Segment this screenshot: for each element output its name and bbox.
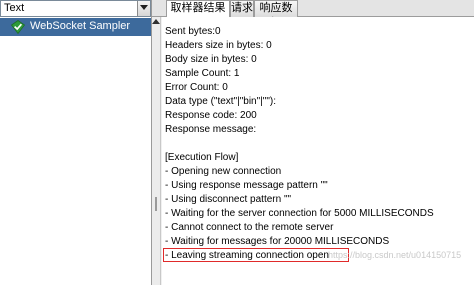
vertical-scrollbar[interactable]: [152, 17, 161, 285]
result-panel: 取样器结果 请求 响应数据 Sent bytes:0 Headers size …: [152, 0, 474, 285]
left-panel: Text WebSocket Sampler: [0, 0, 152, 285]
green-check-icon: [10, 20, 26, 37]
result-line: Sample Count: 1: [165, 68, 240, 79]
result-line: Response code: 200: [165, 110, 257, 121]
result-line: - Using response message pattern "": [165, 180, 328, 191]
result-line: - Waiting for the server connection for …: [165, 208, 434, 219]
result-line: - Opening new connection: [165, 166, 282, 177]
tab-request[interactable]: 请求: [230, 0, 254, 17]
result-line: Data type ("text"|"bin"|""):: [165, 96, 276, 107]
result-line: Headers size in bytes: 0: [165, 40, 272, 51]
tab-response-data[interactable]: 响应数据: [254, 0, 298, 29]
dropdown-arrow-button[interactable]: [137, 1, 150, 16]
execution-flow-heading: [Execution Flow]: [165, 152, 239, 163]
result-tabs: 取样器结果 请求 响应数据: [152, 0, 474, 29]
tree-item-websocket-sampler[interactable]: WebSocket Sampler: [0, 18, 151, 36]
result-line: Response message:: [165, 124, 257, 135]
result-line: Sent bytes:0: [165, 26, 221, 37]
result-line: Body size in bytes: 0: [165, 54, 257, 65]
highlight-annotation-box: [163, 248, 349, 262]
watermark-text: https://blog.csdn.net/u014150715: [328, 250, 462, 260]
chevron-down-icon: [140, 5, 148, 10]
renderer-type-select[interactable]: Text: [0, 0, 151, 17]
result-line: Error Count: 0: [165, 82, 228, 93]
sampler-result-text: Sent bytes:0 Headers size in bytes: 0 Bo…: [162, 17, 474, 285]
scroll-grip[interactable]: [155, 197, 157, 211]
tab-sampler-result[interactable]: 取样器结果: [166, 0, 230, 18]
result-line: - Waiting for messages for 20000 MILLISE…: [165, 236, 390, 247]
scroll-up-arrow-icon[interactable]: [152, 19, 160, 25]
renderer-type-value: Text: [4, 2, 25, 14]
result-line: - Using disconnect pattern "": [165, 194, 292, 205]
tree-item-label: WebSocket Sampler: [30, 20, 131, 32]
result-line: - Cannot connect to the remote server: [165, 222, 334, 233]
